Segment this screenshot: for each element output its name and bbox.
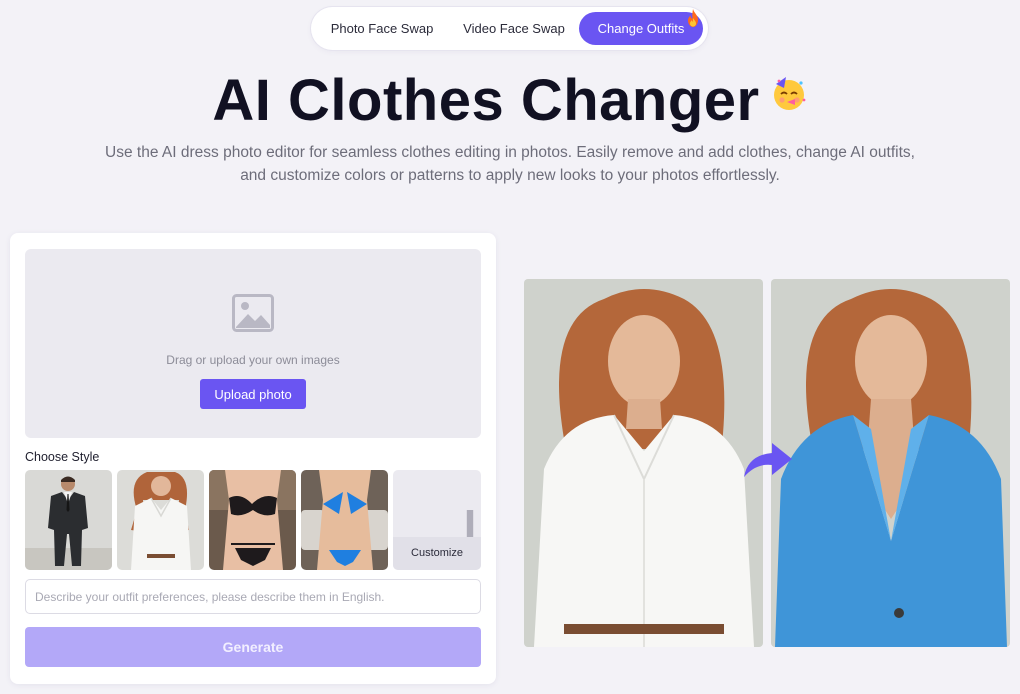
tab-photo-face-swap[interactable]: Photo Face Swap [321,12,443,45]
subtitle-line-2: and customize colors or patterns to appl… [240,167,780,184]
style-option-suit[interactable] [25,470,112,570]
before-image [524,279,763,647]
outfit-description-input[interactable] [25,579,481,614]
style-option-white-shirt[interactable] [117,470,204,570]
tab-video-face-swap[interactable]: Video Face Swap [456,12,572,45]
party-face-icon [773,77,805,110]
image-icon [232,294,274,332]
editor-card: Drag or upload your own images Upload ph… [10,233,496,684]
lingerie-thumbnail [209,470,296,570]
drop-hint: Drag or upload your own images [166,353,340,367]
upload-dropzone[interactable]: Drag or upload your own images Upload ph… [25,249,481,438]
mode-tabs: Photo Face Swap Video Face Swap Change O… [311,7,708,50]
before-after-preview [524,279,1010,647]
page-title: AI Clothes Changer [0,68,1020,134]
choose-style-heading: Choose Style [25,450,100,464]
page-title-text: AI Clothes Changer [212,68,760,133]
subtitle-line-1: Use the AI dress photo editor for seamle… [105,144,915,161]
generate-button[interactable]: Generate [25,627,481,667]
style-option-black-lingerie[interactable] [209,470,296,570]
style-option-customize[interactable]: Customize [393,470,481,570]
after-image [771,279,1010,647]
style-option-blue-bikini[interactable] [301,470,388,570]
transform-arrow-icon [744,443,792,477]
style-options: Customize [25,470,481,570]
tab-change-outfits[interactable]: Change Outfits [579,9,703,45]
shirt-thumbnail [117,470,204,570]
before-photo [524,279,763,647]
upload-photo-button[interactable]: Upload photo [200,379,306,409]
fire-icon [688,9,698,27]
page-subtitle: Use the AI dress photo editor for seamle… [90,141,930,187]
customize-label: Customize [393,537,481,570]
after-photo [771,279,1010,647]
tab-change-outfits-label: Change Outfits [597,21,685,36]
suit-thumbnail [25,470,112,570]
bikini-thumbnail [301,470,388,570]
